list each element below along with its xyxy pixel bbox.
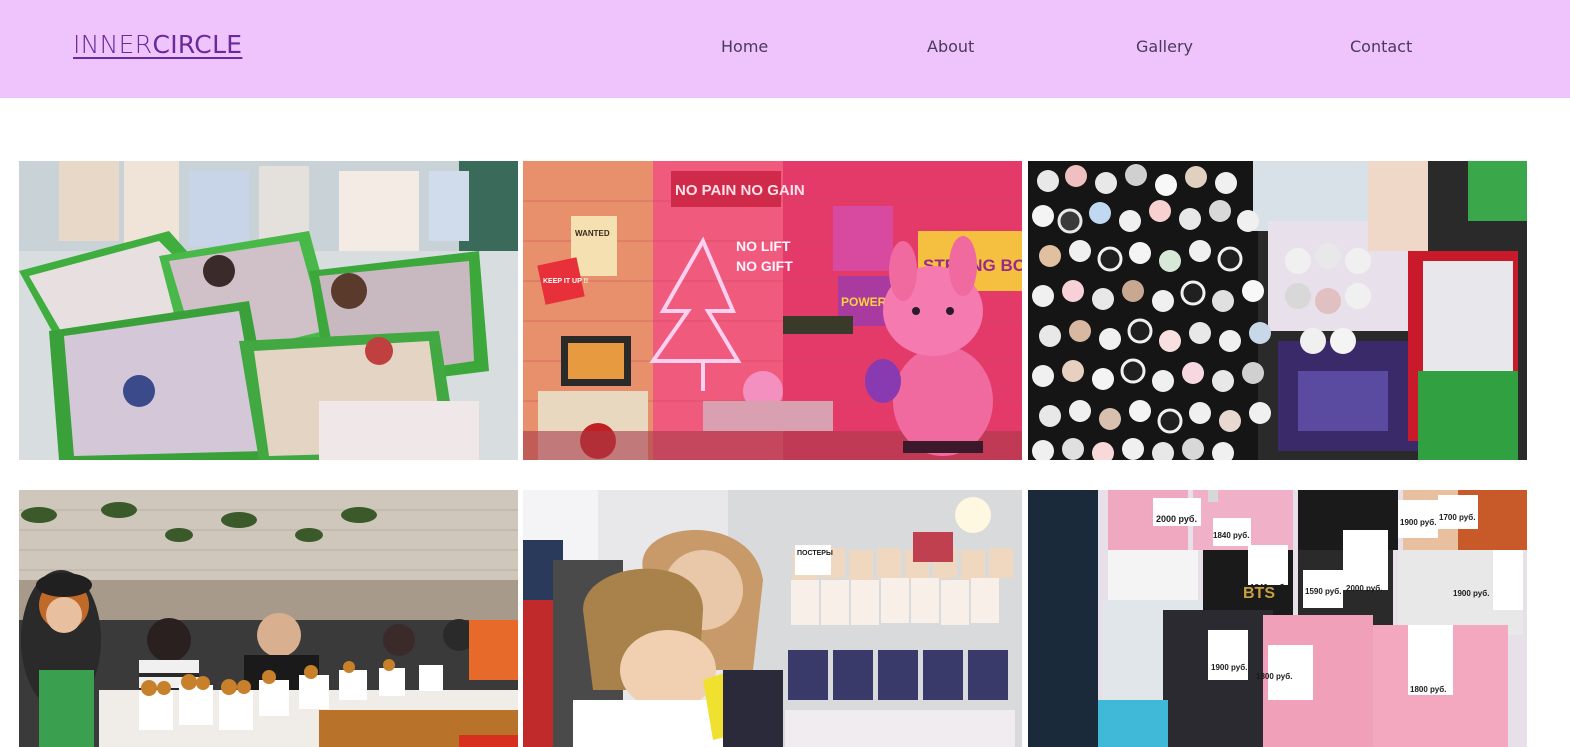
- sign-keep: KEEP IT UP !!: [543, 278, 588, 285]
- sign-posters: ПОСТЕРЫ: [797, 550, 833, 557]
- navbar: INNERCIRCLE Home About Gallery Contact: [0, 0, 1570, 98]
- food-stall-image: [19, 490, 518, 747]
- nav-link-gallery[interactable]: Gallery: [1136, 37, 1193, 56]
- price-tag-4: 1700 руб.: [1439, 513, 1475, 522]
- nav-link-home[interactable]: Home: [721, 37, 768, 56]
- price-tag-3: 1900 руб.: [1400, 518, 1436, 527]
- price-tag-2: 1840 руб.: [1213, 531, 1249, 540]
- sign-wanted: WANTED: [575, 229, 610, 238]
- price-tag-9: 1900 руб.: [1211, 663, 1247, 672]
- album-label-bts: BTS: [1243, 585, 1275, 602]
- price-tag-6: 1590 руб.: [1305, 587, 1341, 596]
- photocards-image: [19, 161, 518, 460]
- brand-logo-link[interactable]: INNERCIRCLE: [73, 30, 242, 59]
- price-tag-8: 1900 руб.: [1453, 589, 1489, 598]
- nav-link-contact[interactable]: Contact: [1350, 37, 1412, 56]
- gallery-photo-neon-shop[interactable]: NO PAIN NO GAIN WANTED KEEP IT UP !! NO …: [523, 161, 1022, 460]
- gallery-photo-badges[interactable]: [1028, 161, 1527, 460]
- nav-link-about[interactable]: About: [927, 37, 974, 56]
- gallery-photo-albums[interactable]: 2000 руб. 1840 руб. 1900 руб. 1700 руб. …: [1028, 490, 1527, 747]
- sign-no-gift: NO GIFT: [736, 258, 793, 274]
- badges-image: [1028, 161, 1527, 460]
- brand-part-circle: CIRCLE: [152, 30, 243, 59]
- price-tag-10: 1800 руб.: [1256, 672, 1292, 681]
- sign-no-lift: NO LIFT: [736, 238, 791, 254]
- poster-stand-image: ПОСТЕРЫ: [523, 490, 1022, 747]
- price-tag-7: 2000 руб.: [1346, 584, 1382, 593]
- price-tag-11: 1800 руб.: [1410, 685, 1446, 694]
- gallery-photo-poster-stand[interactable]: ПОСТЕРЫ: [523, 490, 1022, 747]
- albums-image: 2000 руб. 1840 руб. 1900 руб. 1700 руб. …: [1028, 490, 1527, 747]
- gallery-photo-photocards[interactable]: [19, 161, 518, 460]
- price-tag-1: 2000 руб.: [1156, 514, 1197, 524]
- gallery-photo-food-stall[interactable]: [19, 490, 518, 747]
- neon-shop-image: NO PAIN NO GAIN WANTED KEEP IT UP !! NO …: [523, 161, 1022, 460]
- brand-part-inner: INNER: [73, 30, 153, 59]
- sign-no-pain: NO PAIN NO GAIN: [675, 182, 805, 199]
